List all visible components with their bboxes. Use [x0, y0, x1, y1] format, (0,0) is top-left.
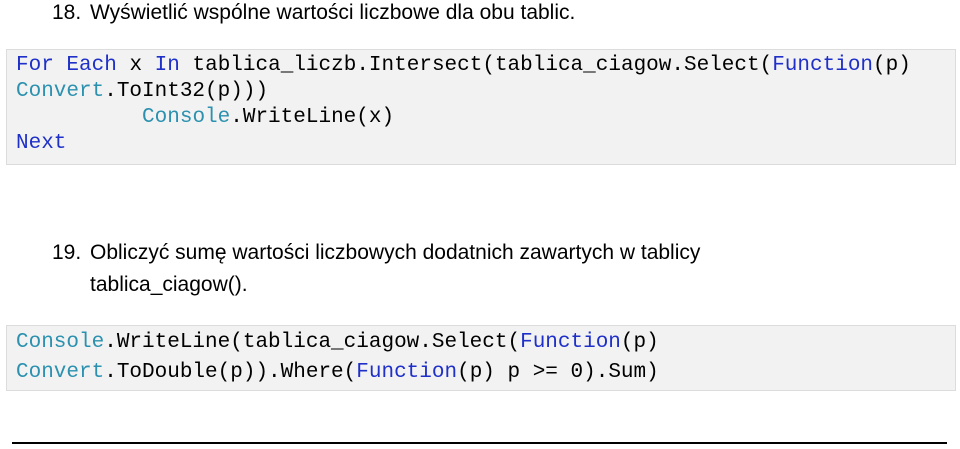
code-text: (p) p >= 0).Sum) [457, 361, 659, 384]
type-console: Console [16, 331, 105, 354]
list-item-18: 18. Wyświetlić wspólne wartości liczbowe… [52, 0, 575, 29]
code-line: For Each x In tablica_liczb.Intersect(ta… [16, 53, 955, 79]
item-text: Obliczyć sumę wartości liczbowych dodatn… [90, 241, 701, 296]
keyword-function: Function [520, 331, 621, 354]
keyword-in: In [154, 54, 180, 77]
code-block-1: For Each x In tablica_liczb.Intersect(ta… [6, 49, 956, 165]
item-text: Wyświetlić wspólne wartości liczbowe dla… [90, 1, 576, 24]
keyword-for: For [16, 54, 54, 77]
list-item-19: 19. Obliczyć sumę wartości liczbowych do… [52, 237, 852, 301]
code-text: x [129, 54, 143, 77]
keyword-each: Each [66, 54, 117, 77]
item-number: 18. [52, 1, 82, 24]
code-text: .ToDouble(p)).Where( [104, 361, 357, 384]
code-text: (p) [620, 331, 659, 354]
code-line: Console.WriteLine(x) [16, 105, 955, 131]
code-line: Console.WriteLine(tablica_ciagow.Select(… [16, 328, 955, 358]
code-line: Convert.ToDouble(p)).Where(Function(p) p… [16, 358, 955, 388]
code-block-2: Console.WriteLine(tablica_ciagow.Select(… [6, 325, 956, 391]
item-number: 19. [52, 241, 82, 264]
code-text: .WriteLine(tablica_ciagow.Select( [104, 331, 521, 354]
keyword-function: Function [772, 54, 874, 77]
keyword-next: Next [16, 132, 67, 155]
code-text: .ToInt32(p))) [104, 80, 269, 103]
type-convert: Convert [16, 80, 105, 103]
code-line: Convert.ToInt32(p))) [16, 79, 955, 105]
code-text: tablica_liczb.Intersect(tablica_ciagow.S… [192, 54, 773, 77]
code-text: .WriteLine(x) [230, 106, 395, 129]
type-convert: Convert [16, 361, 105, 384]
type-console: Console [142, 106, 231, 129]
footnote-divider [12, 442, 947, 444]
code-line: Next [16, 131, 955, 157]
code-text: (p) [873, 54, 911, 77]
keyword-function: Function [356, 361, 458, 384]
